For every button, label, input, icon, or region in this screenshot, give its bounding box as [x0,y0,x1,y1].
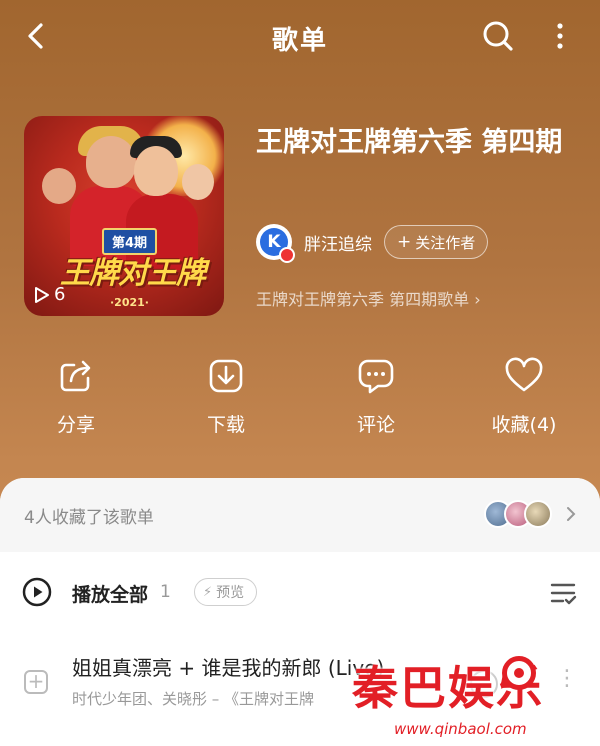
follow-author-button[interactable]: + 关注作者 [384,225,489,259]
playlist-cover[interactable]: 第4期 王牌对王牌 ·2021· 6 [24,116,224,316]
song-play-icon[interactable] [470,670,498,698]
comment-icon [358,359,394,394]
search-icon[interactable] [480,18,516,54]
song-artist: 时代少年团、关晓彤 – 《王牌对王牌 [72,690,315,708]
more-vertical-icon[interactable]: ⋮ [556,666,578,691]
cover-figure [134,146,178,196]
favorite-button[interactable]: 收藏(4) [474,350,574,437]
favorites-bar[interactable]: 4人收藏了该歌单 [0,478,600,552]
share-button[interactable]: 分享 [26,350,126,437]
description-text: 王牌对王牌第六季 第四期歌单 [256,290,470,309]
play-outline-icon [35,286,49,303]
favorite-label: 收藏(4) [491,414,557,436]
heart-icon [505,357,543,392]
play-all-button[interactable]: 播放全部 [72,580,148,607]
plus-icon: + [397,232,412,252]
creator-row: K 胖汪追综 + 关注作者 [256,224,489,263]
favorites-text: 4人收藏了该歌单 [24,508,154,528]
song-title: 姐姐真漂亮 + 谁是我的新郎 (Live) [72,656,385,680]
song-list-sheet: 4人收藏了该歌单 播放全部 1 ⚡ 预览 + 姐姐真漂亮 + 谁是我的新郎 (L… [0,478,600,746]
preview-label: 预览 [216,585,245,601]
lightning-icon: ⚡ [203,584,213,600]
playlist-title: 王牌对王牌第六季 第四期 [256,127,563,158]
cover-figure [86,136,136,188]
download-icon [209,359,243,393]
play-all-icon[interactable] [22,577,52,607]
avatar [524,500,552,528]
chevron-right-icon: › [474,290,481,309]
play-count: 6 [34,284,65,305]
sort-list-icon[interactable] [548,578,578,608]
more-options-icon[interactable] [546,18,574,54]
creator-name[interactable]: 胖汪追综 [304,230,372,255]
cover-figure [42,168,76,204]
share-icon [60,360,91,392]
cover-year: ·2021· [110,296,149,309]
preview-button[interactable]: ⚡ 预览 [194,578,258,606]
action-row: 分享 下载 评论 收藏(4) [0,350,600,450]
top-bar: 歌单 [0,0,600,74]
song-row[interactable]: + 姐姐真漂亮 + 谁是我的新郎 (Live) 时代少年团、关晓彤 – 《王牌对… [0,644,600,724]
cover-figure [182,164,214,200]
song-count: 1 [160,582,171,602]
share-label: 分享 [56,414,95,436]
comment-label: 评论 [356,414,395,436]
verified-badge-icon [279,247,295,263]
follow-label: 关注作者 [415,233,476,252]
play-all-row: 播放全部 1 ⚡ 预览 [0,574,600,614]
favorite-user-avatars [484,500,552,528]
play-count-value: 6 [54,284,66,305]
comment-button[interactable]: 评论 [326,350,426,437]
download-label: 下载 [206,414,245,436]
chevron-right-icon [567,507,576,521]
cover-show-logo: 王牌对王牌 [60,256,206,291]
download-button[interactable]: 下载 [176,350,276,437]
playlist-description[interactable]: 王牌对王牌第六季 第四期歌单 › [256,286,481,310]
creator-avatar[interactable]: K [256,224,295,263]
add-icon[interactable]: + [24,670,48,694]
